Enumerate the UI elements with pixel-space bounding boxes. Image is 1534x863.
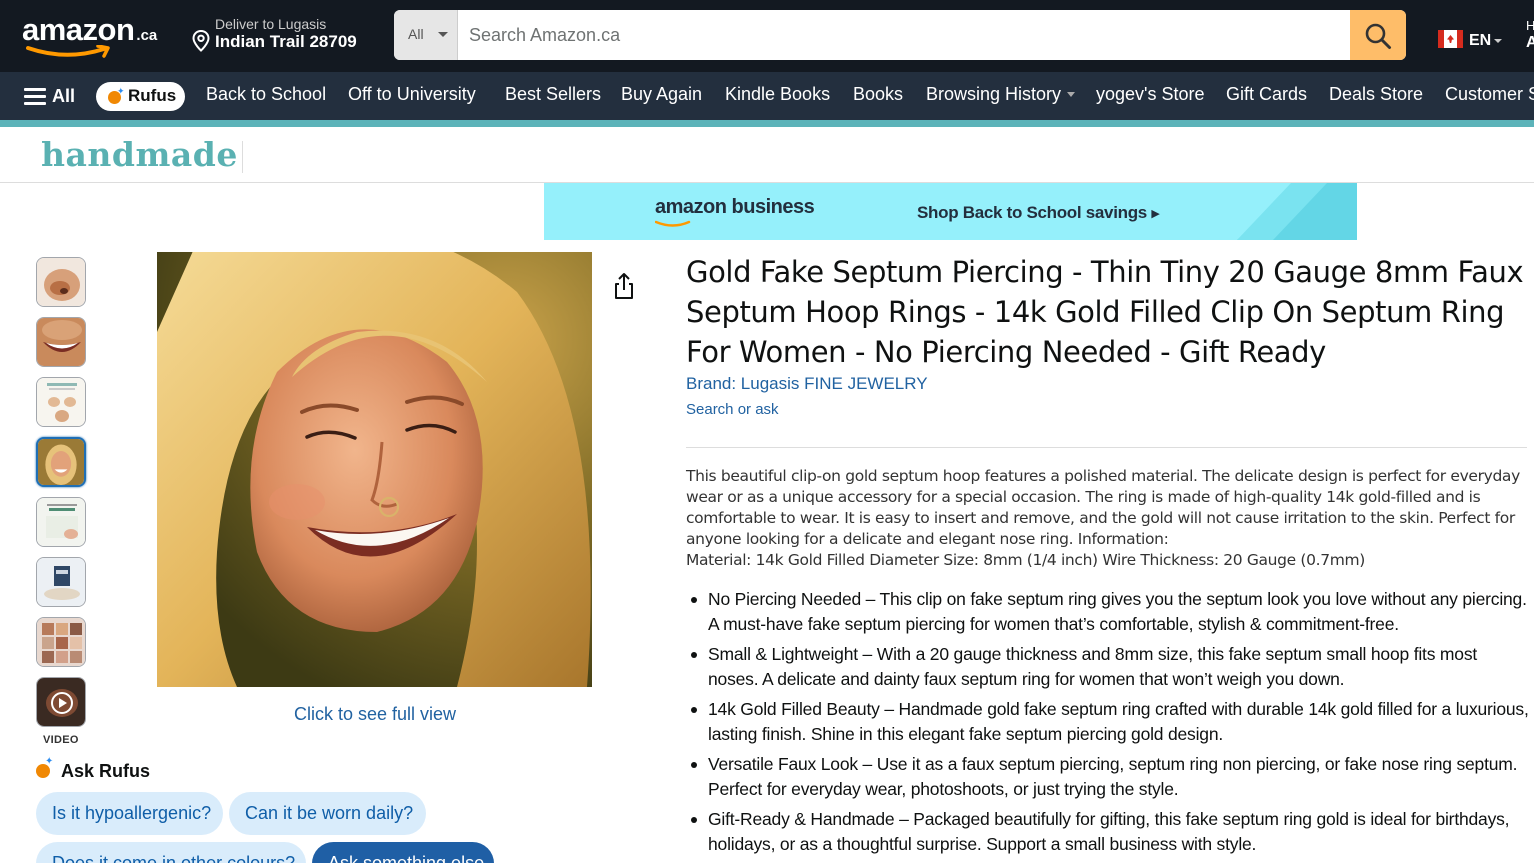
product-card-thumbnail-image bbox=[37, 498, 85, 546]
language-label: EN bbox=[1469, 32, 1492, 49]
nav-link-kindle-books[interactable]: Kindle Books bbox=[725, 84, 830, 105]
feature-bullets: No Piercing Needed – This clip on fake s… bbox=[686, 587, 1531, 862]
top-navigation-bar: amazon .ca Deliver to Lugasis Indian Trai… bbox=[0, 0, 1534, 72]
video-label: VIDEO bbox=[43, 734, 79, 746]
nav-link-buy-again[interactable]: Buy Again bbox=[621, 84, 702, 105]
description-specs: Material: 14k Gold Filled Diameter Size:… bbox=[686, 551, 1365, 569]
nav-link-gift-cards[interactable]: Gift Cards bbox=[1226, 84, 1307, 105]
ad-brand: amazon business bbox=[655, 196, 815, 218]
feature-bullet: 14k Gold Filled Beauty – Handmade gold f… bbox=[686, 697, 1531, 747]
canada-flag-icon bbox=[1438, 30, 1463, 48]
nav-link-books[interactable]: Books bbox=[853, 84, 903, 105]
handmade-accent-line bbox=[0, 120, 1534, 127]
nav-link-back-to-school[interactable]: Back to School bbox=[206, 84, 326, 105]
share-icon bbox=[615, 273, 633, 299]
feature-bullet: Gift-Ready & Handmade – Packaged beautif… bbox=[686, 807, 1531, 857]
amazon-business-ad-banner[interactable]: amazon business Shop Back to School savi… bbox=[544, 183, 1357, 240]
caret-down-icon bbox=[1494, 39, 1503, 43]
deliver-label: Deliver to Lugasis bbox=[215, 16, 327, 32]
nav-link-best-sellers[interactable]: Best Sellers bbox=[505, 84, 601, 105]
rufus-chip-other-colours[interactable]: Does it come in other colours? bbox=[36, 842, 306, 863]
feature-bullet: No Piercing Needed – This clip on fake s… bbox=[686, 587, 1531, 637]
rufus-icon bbox=[36, 756, 53, 778]
nav-link-yogevs-store[interactable]: yogev's Store bbox=[1096, 84, 1205, 105]
location-pin-icon bbox=[192, 30, 210, 52]
rufus-chip-ask-something-else[interactable]: Ask something else bbox=[312, 842, 494, 863]
thumbnail-4-selected[interactable] bbox=[36, 437, 86, 487]
logo-word: amazon bbox=[22, 12, 135, 47]
search-or-ask-link[interactable]: Search or ask bbox=[686, 401, 779, 418]
ad-cta[interactable]: Shop Back to School savings ▶ bbox=[917, 203, 1160, 223]
feature-bullet: Small & Lightweight – With a 20 gauge th… bbox=[686, 642, 1531, 692]
amazon-logo[interactable]: amazon .ca bbox=[22, 12, 158, 58]
search-category-label: All bbox=[408, 26, 424, 42]
handmade-logo[interactable]: handmade bbox=[41, 135, 238, 174]
packaging-thumbnail-image bbox=[37, 558, 85, 606]
ask-rufus-title: Ask Rufus bbox=[61, 761, 151, 781]
hamburger-icon bbox=[24, 88, 46, 105]
all-menu-label: All bbox=[52, 86, 76, 106]
all-menu-button[interactable]: All bbox=[24, 86, 75, 107]
woman-smiling-with-septum-ring-image bbox=[157, 252, 592, 687]
thumbnail-1[interactable] bbox=[36, 257, 86, 307]
deliver-address: Indian Trail 28709 bbox=[215, 32, 357, 51]
amazon-business-logo: amazon business bbox=[655, 196, 815, 227]
language-selector[interactable]: EN bbox=[1438, 30, 1503, 50]
video-play-icon bbox=[37, 678, 85, 726]
store-header: handmade bbox=[0, 127, 1534, 183]
nose-closeup-thumbnail-image bbox=[37, 258, 85, 306]
full-view-link[interactable]: Click to see full view bbox=[294, 704, 456, 725]
divider bbox=[686, 447, 1527, 448]
account-lists-partial[interactable]: A bbox=[1526, 34, 1534, 52]
thumbnail-7[interactable] bbox=[36, 617, 86, 667]
nav-link-deals-store[interactable]: Deals Store bbox=[1329, 84, 1423, 105]
product-title: Gold Fake Septum Piercing - Thin Tiny 20… bbox=[686, 255, 1524, 369]
search-bar: All bbox=[394, 10, 1406, 60]
ad-cta-label: Shop Back to School savings bbox=[917, 203, 1147, 222]
smile-arrow-icon bbox=[655, 220, 691, 227]
share-button[interactable] bbox=[612, 272, 636, 305]
play-arrow-icon: ▶ bbox=[1151, 208, 1160, 220]
divider bbox=[242, 141, 243, 173]
browsing-history-label: Browsing History bbox=[926, 84, 1062, 104]
thumbnail-2[interactable] bbox=[36, 317, 86, 367]
woman-smiling-thumbnail-image bbox=[38, 439, 84, 485]
thumbnail-6[interactable] bbox=[36, 557, 86, 607]
rufus-button[interactable]: ✦ Rufus bbox=[96, 82, 185, 111]
thumbnail-3[interactable] bbox=[36, 377, 86, 427]
main-product-image[interactable] bbox=[157, 252, 592, 687]
brand-link[interactable]: Brand: Lugasis FINE JEWELRY bbox=[686, 374, 928, 394]
rufus-chip-worn-daily[interactable]: Can it be worn daily? bbox=[229, 792, 426, 835]
search-icon bbox=[1365, 23, 1391, 49]
description-text: This beautiful clip-on gold septum hoop … bbox=[686, 467, 1520, 548]
nav-link-customer-service[interactable]: Customer S bbox=[1445, 84, 1534, 105]
logo-tld: .ca bbox=[136, 27, 158, 44]
video-thumbnail[interactable] bbox=[36, 677, 86, 727]
search-button[interactable] bbox=[1350, 10, 1406, 60]
smile-closeup-thumbnail-image bbox=[37, 318, 85, 366]
nav-link-browsing-history[interactable]: Browsing History bbox=[926, 84, 1076, 105]
product-description: This beautiful clip-on gold septum hoop … bbox=[686, 466, 1526, 571]
search-input[interactable] bbox=[458, 10, 1350, 60]
smile-arrow-icon bbox=[26, 45, 110, 58]
nav-link-off-to-university[interactable]: Off to University bbox=[348, 84, 476, 105]
instructions-thumbnail-image bbox=[37, 378, 85, 426]
collage-thumbnail-image bbox=[37, 618, 85, 666]
caret-down-icon bbox=[438, 32, 448, 37]
rufus-label: Rufus bbox=[128, 86, 177, 105]
caret-down-icon bbox=[1067, 92, 1076, 97]
ask-rufus-heading: Ask Rufus bbox=[36, 756, 151, 782]
feature-bullet: Versatile Faux Look – Use it as a faux s… bbox=[686, 752, 1531, 802]
secondary-navigation: All ✦ Rufus Back to School Off to Univer… bbox=[0, 72, 1534, 120]
thumbnail-5[interactable] bbox=[36, 497, 86, 547]
search-category-select[interactable]: All bbox=[394, 10, 458, 60]
account-label-partial[interactable]: H bbox=[1526, 18, 1534, 33]
rufus-chip-hypoallergenic[interactable]: Is it hypoallergenic? bbox=[36, 792, 223, 835]
